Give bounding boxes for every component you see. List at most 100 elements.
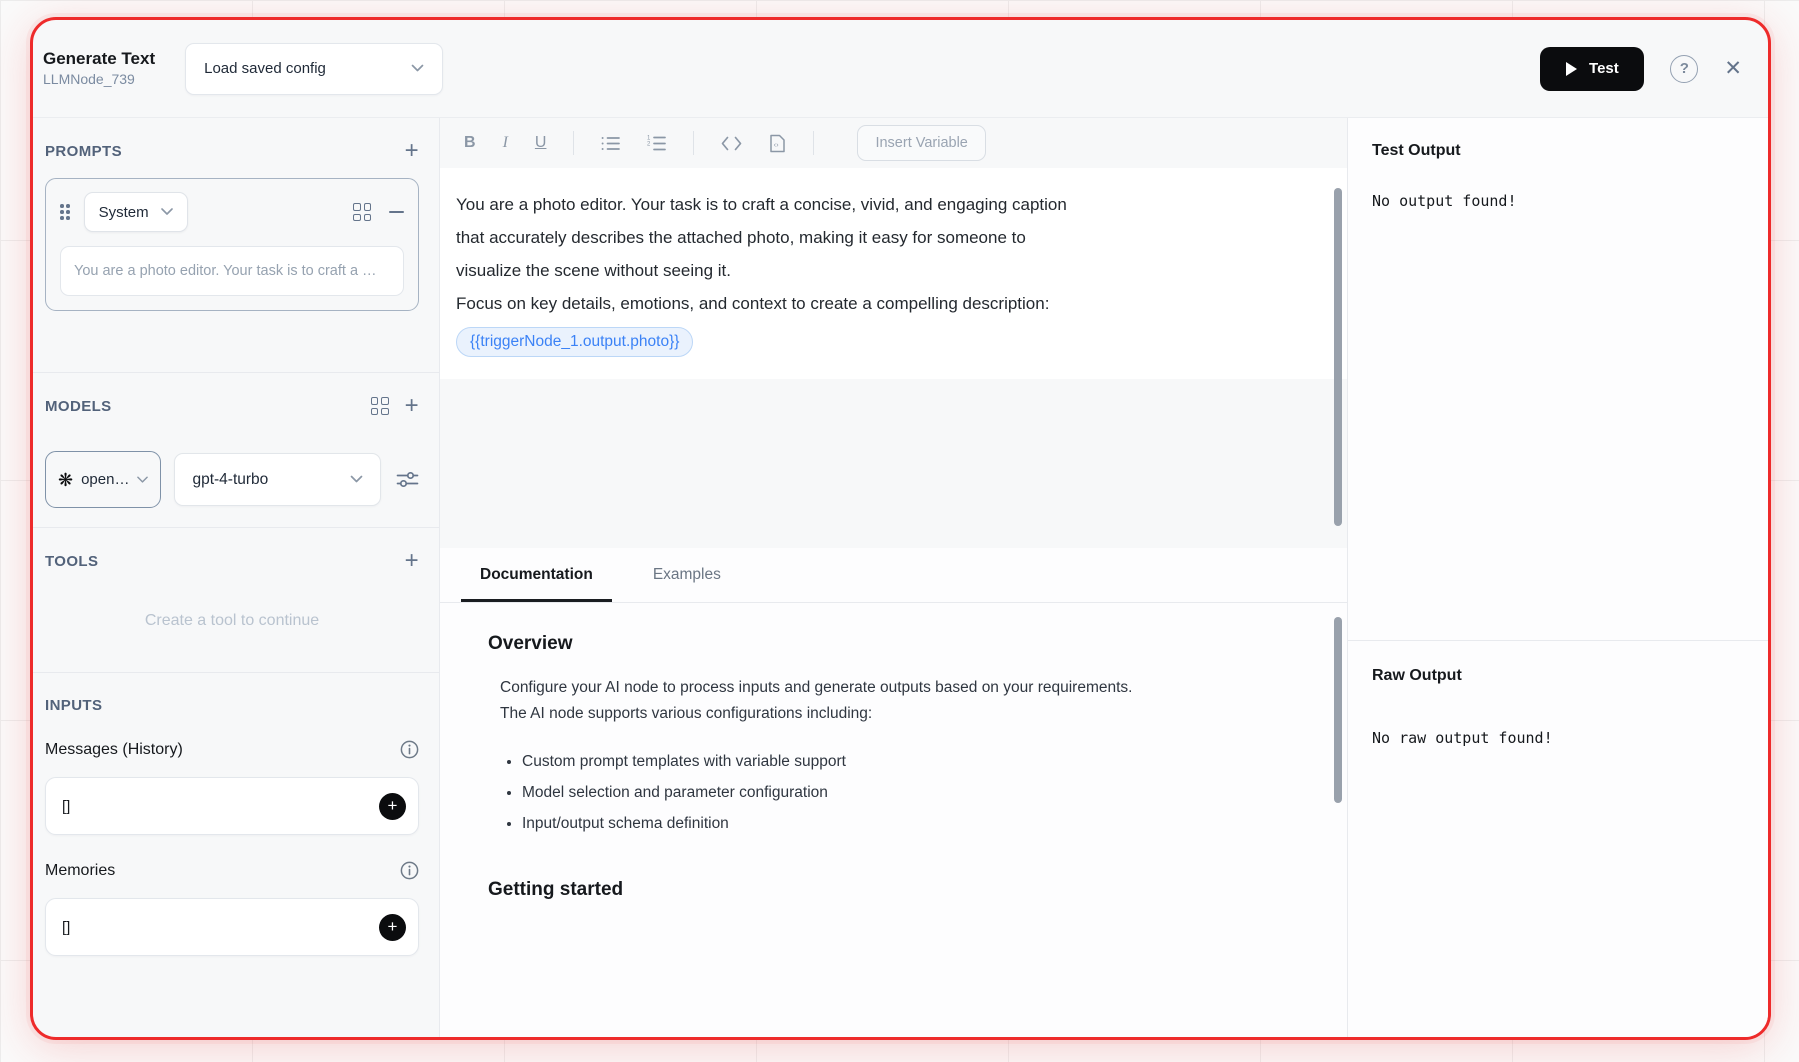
toolbar-divider (693, 131, 694, 155)
tools-section-header: TOOLS + (45, 528, 419, 570)
list-item: Input/output schema definition (522, 815, 1287, 833)
messages-history-value: [] (62, 798, 70, 815)
overview-heading: Overview (488, 633, 1287, 655)
tools-heading: TOOLS (45, 553, 98, 570)
tab-documentation[interactable]: Documentation (480, 548, 593, 602)
code-file-button[interactable]: ‹› (769, 134, 786, 153)
help-icon[interactable]: ? (1670, 55, 1698, 83)
provider-label: open… (81, 471, 129, 488)
remove-prompt-icon[interactable] (389, 211, 404, 213)
toolbar-divider (573, 131, 574, 155)
raw-output-heading: Raw Output (1372, 667, 1744, 685)
messages-history-label: Messages (History) (45, 741, 183, 759)
add-message-button[interactable]: + (379, 793, 406, 820)
editor-toolbar: B I U 1 2 (440, 118, 1347, 168)
drag-handle-icon[interactable] (60, 204, 70, 220)
prompt-role-select[interactable]: System (84, 192, 188, 232)
messages-history-input[interactable]: [] + (45, 777, 419, 835)
editor-column: B I U 1 2 (440, 118, 1348, 1037)
bold-button[interactable]: B (464, 134, 476, 152)
list-item: Custom prompt templates with variable su… (522, 753, 1287, 771)
editor-text-line: Focus on key details, emotions, and cont… (456, 287, 1307, 320)
prompts-section-header: PROMPTS + (45, 118, 419, 160)
add-memory-button[interactable]: + (379, 914, 406, 941)
numbered-list-button[interactable]: 1 2 (647, 135, 666, 151)
svg-text:2: 2 (647, 141, 651, 147)
test-output-heading: Test Output (1372, 142, 1744, 160)
node-title: Generate Text (43, 48, 155, 70)
dialog-header: Generate Text LLMNode_739 Load saved con… (33, 20, 1768, 118)
config-sidebar: PROMPTS + System (33, 118, 440, 1037)
inputs-heading: INPUTS (45, 697, 102, 714)
memories-label: Memories (45, 862, 115, 880)
model-settings-sliders-icon[interactable] (396, 470, 419, 489)
test-button-label: Test (1589, 60, 1619, 77)
prompt-role-label: System (99, 204, 149, 221)
svg-text:‹›: ‹› (774, 140, 779, 149)
info-icon[interactable] (400, 740, 419, 759)
header-actions: Test ? ✕ (1540, 47, 1742, 91)
prompt-editor-content[interactable]: You are a photo editor. Your task is to … (440, 168, 1347, 379)
editor-scrollbar[interactable] (1334, 188, 1342, 526)
node-id: LLMNode_739 (43, 70, 155, 89)
load-saved-config-label: Load saved config (204, 60, 326, 77)
raw-output-section: Raw Output No raw output found! (1348, 641, 1768, 1037)
model-label: gpt-4-turbo (192, 471, 268, 489)
overview-paragraph: Configure your AI node to process inputs… (488, 675, 1287, 727)
tab-examples[interactable]: Examples (653, 548, 721, 602)
add-tool-button[interactable]: + (405, 552, 419, 570)
node-config-dialog: Generate Text LLMNode_739 Load saved con… (30, 17, 1771, 1040)
prompt-preview-input[interactable]: You are a photo editor. Your task is to … (60, 246, 404, 296)
expand-grid-icon[interactable] (353, 203, 371, 221)
code-button[interactable] (721, 136, 742, 151)
chevron-down-icon (161, 208, 173, 216)
provider-select[interactable]: ❋ open… (45, 451, 161, 508)
getting-started-heading: Getting started (488, 879, 1287, 901)
memories-value: [] (62, 919, 70, 936)
inputs-section-header: INPUTS (45, 673, 419, 714)
dialog-body: PROMPTS + System (33, 118, 1768, 1037)
variable-chip[interactable]: {{triggerNode_1.output.photo}} (456, 327, 693, 357)
test-output-section: Test Output No output found! (1348, 118, 1768, 641)
prompt-card: System You are a photo editor. Your task… (45, 178, 419, 311)
toolbar-divider (813, 131, 814, 155)
prompt-editor[interactable]: You are a photo editor. Your task is to … (440, 168, 1347, 548)
documentation-panel: Overview Configure your AI node to proce… (440, 603, 1347, 1037)
openai-logo-icon: ❋ (58, 471, 73, 489)
close-icon[interactable]: ✕ (1724, 56, 1742, 81)
node-title-block: Generate Text LLMNode_739 (43, 48, 155, 89)
editor-text-line: You are a photo editor. Your task is to … (456, 188, 1307, 221)
memories-input[interactable]: [] + (45, 898, 419, 956)
add-model-button[interactable]: + (405, 397, 419, 415)
editor-text-line: visualize the scene without seeing it. (456, 254, 1307, 287)
load-saved-config-select[interactable]: Load saved config (185, 43, 443, 95)
tools-empty-text: Create a tool to continue (45, 612, 419, 630)
underline-button[interactable]: U (535, 134, 547, 152)
messages-history-label-row: Messages (History) (45, 740, 419, 759)
docs-tabs: Documentation Examples (440, 548, 1347, 603)
memories-label-row: Memories (45, 861, 419, 880)
docs-scrollbar[interactable] (1334, 617, 1342, 803)
info-icon[interactable] (400, 861, 419, 880)
prompt-preview-text: You are a photo editor. Your task is to … (74, 263, 377, 279)
tools-section: TOOLS + Create a tool to continue (33, 528, 439, 673)
model-select[interactable]: gpt-4-turbo (174, 453, 381, 506)
feature-list: Custom prompt templates with variable su… (488, 753, 1287, 833)
add-prompt-button[interactable]: + (405, 142, 419, 160)
output-column: Test Output No output found! Raw Output … (1348, 118, 1768, 1037)
prompts-section: PROMPTS + System (33, 118, 439, 373)
list-item: Model selection and parameter configurat… (522, 784, 1287, 802)
models-heading: MODELS (45, 398, 112, 415)
inputs-section: INPUTS Messages (History) [] + Memories (33, 673, 439, 1037)
test-output-empty-text: No output found! (1372, 192, 1744, 210)
editor-text-line: that accurately describes the attached p… (456, 221, 1307, 254)
chevron-down-icon (137, 476, 148, 484)
bullet-list-button[interactable] (601, 136, 620, 151)
models-grid-icon[interactable] (371, 397, 389, 415)
raw-output-empty-text: No raw output found! (1372, 729, 1744, 747)
chevron-down-icon (411, 64, 424, 73)
chevron-down-icon (350, 475, 363, 484)
italic-button[interactable]: I (503, 134, 508, 152)
insert-variable-button[interactable]: Insert Variable (857, 125, 985, 161)
test-button[interactable]: Test (1540, 47, 1644, 91)
